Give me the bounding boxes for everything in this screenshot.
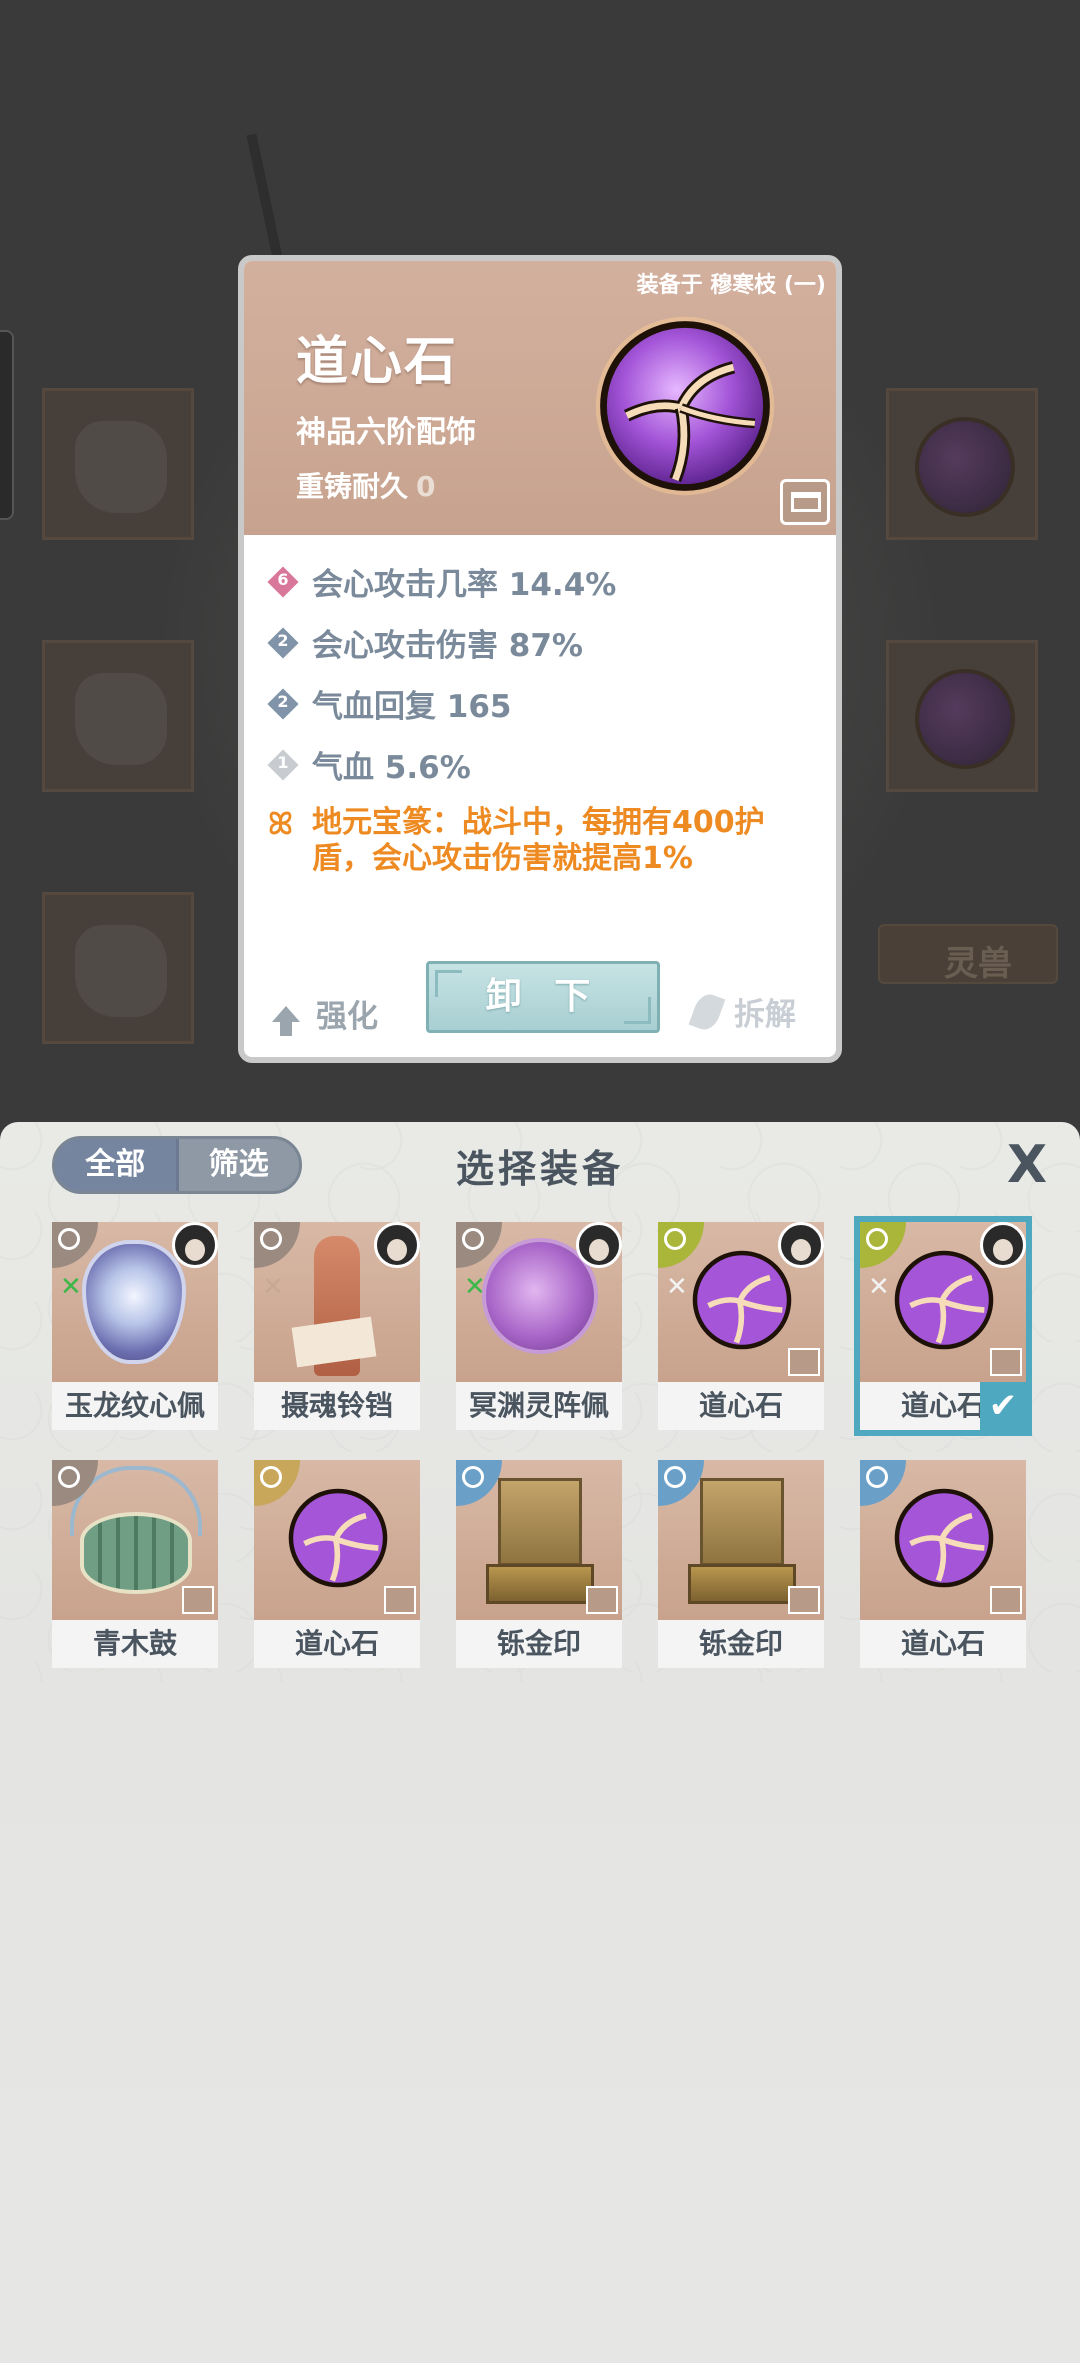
stat-row: 2 气血回复 165 bbox=[267, 673, 828, 734]
special-effect: ꕤ 地元宝篆：战斗中，每拥有400护盾，会心攻击伤害就提高1% bbox=[268, 805, 828, 877]
upgrade-label: 强化 bbox=[316, 999, 378, 1035]
item-detail-card: 装备于 穆寒枝 (一) 道心石 神品六阶配饰 重铸耐久 0 6 会心攻击几率 1… bbox=[238, 255, 842, 1063]
equipment-item[interactable]: ✕ 摄魂铃铛 bbox=[254, 1222, 420, 1430]
equipment-name: 道心石 bbox=[658, 1382, 824, 1430]
recast-value: 0 bbox=[416, 470, 436, 503]
set-bonus-icon: ✕ bbox=[868, 1272, 890, 1302]
equipment-item[interactable]: 铄金印 bbox=[456, 1460, 622, 1668]
lock-icon bbox=[182, 1586, 214, 1614]
equip-slot-accessory-2[interactable] bbox=[886, 640, 1038, 792]
unequip-button[interactable]: 卸 下 bbox=[426, 961, 660, 1033]
set-bonus-icon: ✕ bbox=[262, 1272, 284, 1302]
equipment-item[interactable]: ✕ 冥渊灵阵佩 bbox=[456, 1222, 622, 1430]
stat-level-icon: 1 bbox=[267, 748, 299, 781]
equip-slot-boots[interactable] bbox=[42, 892, 194, 1044]
lock-icon bbox=[788, 1348, 820, 1376]
stat-text: 会心攻击几率 14.4% bbox=[312, 567, 617, 603]
equip-slot-weapon[interactable] bbox=[42, 388, 194, 540]
dao-heart-stone-icon bbox=[894, 1250, 994, 1350]
stat-list: 6 会心攻击几率 14.4% 2 会心攻击伤害 87% 2 气血回复 165 1… bbox=[267, 551, 828, 877]
card-actions: 强化 卸 下 拆解 bbox=[244, 961, 836, 1057]
equipment-item[interactable]: 青木鼓 bbox=[52, 1460, 218, 1668]
stat-row: 1 气血 5.6% bbox=[267, 734, 828, 795]
lock-icon bbox=[384, 1586, 416, 1614]
equipment-item[interactable]: ✕ 玉龙纹心佩 bbox=[52, 1222, 218, 1430]
avatar bbox=[980, 1222, 1026, 1268]
dismantle-button[interactable]: 拆解 bbox=[688, 989, 796, 1034]
equipment-name: 道心石 bbox=[860, 1620, 1026, 1668]
equipment-item[interactable]: 道心石 bbox=[254, 1460, 420, 1668]
close-button[interactable]: X bbox=[1002, 1139, 1052, 1191]
gold-seal-icon bbox=[688, 1478, 796, 1606]
checkmark-icon: ✔ bbox=[980, 1382, 1026, 1430]
set-bonus-icon: ✕ bbox=[60, 1272, 82, 1302]
dao-heart-stone-icon bbox=[288, 1488, 388, 1588]
equip-slot-accessory-1[interactable] bbox=[886, 388, 1038, 540]
recast-durability: 重铸耐久 0 bbox=[296, 465, 436, 505]
avatar bbox=[172, 1222, 218, 1268]
spirit-beast-button[interactable]: 灵兽 bbox=[878, 924, 1058, 984]
side-tab[interactable] bbox=[0, 330, 14, 520]
equipment-item[interactable]: ✕ 道心石 bbox=[658, 1222, 824, 1430]
special-effect-icon: ꕤ bbox=[268, 807, 293, 842]
stat-text: 会心攻击伤害 87% bbox=[312, 628, 583, 664]
upgrade-button[interactable]: 强化 bbox=[272, 991, 378, 1036]
equipment-name: 玉龙纹心佩 bbox=[52, 1382, 218, 1430]
stat-level-icon: 2 bbox=[267, 626, 299, 659]
card-header: 装备于 穆寒枝 (一) 道心石 神品六阶配饰 重铸耐久 0 bbox=[244, 261, 836, 535]
set-bonus-icon: ✕ bbox=[464, 1272, 486, 1302]
gold-seal-icon bbox=[486, 1478, 594, 1606]
stat-level-icon: 2 bbox=[267, 687, 299, 720]
equipment-name: 道心石 bbox=[254, 1620, 420, 1668]
item-name: 道心石 bbox=[296, 332, 459, 392]
lock-icon bbox=[788, 1586, 820, 1614]
equip-slot-armor[interactable] bbox=[42, 640, 194, 792]
stat-text: 气血回复 165 bbox=[312, 689, 512, 725]
equipment-name: 青木鼓 bbox=[52, 1620, 218, 1668]
equipped-on-label: 装备于 穆寒枝 (一) bbox=[636, 273, 826, 298]
stat-row: 2 会心攻击伤害 87% bbox=[267, 612, 828, 673]
equipment-name: 铄金印 bbox=[456, 1620, 622, 1668]
lock-toggle-button[interactable] bbox=[780, 479, 830, 525]
equipment-select-panel: 全部 筛选 选择装备 X ✕ 玉龙纹心佩 ✕ 摄魂铃铛 ✕ 冥渊灵阵佩 ✕ 道心… bbox=[0, 1122, 1080, 2363]
stat-row: 6 会心攻击几率 14.4% bbox=[267, 551, 828, 612]
recast-label: 重铸耐久 bbox=[296, 470, 409, 503]
set-bonus-icon: ✕ bbox=[666, 1272, 688, 1302]
equipment-item-selected[interactable]: ✕ 道心石 ✔ bbox=[854, 1216, 1032, 1436]
green-drum-icon bbox=[80, 1512, 192, 1594]
dao-heart-stone-icon bbox=[595, 316, 775, 496]
up-arrow-icon bbox=[272, 1005, 300, 1036]
special-effect-text: 地元宝篆：战斗中，每拥有400护盾，会心攻击伤害就提高1% bbox=[312, 805, 765, 876]
jade-pendant-icon bbox=[82, 1240, 186, 1364]
dismantle-label: 拆解 bbox=[734, 997, 796, 1033]
panel-title: 选择装备 bbox=[455, 1147, 624, 1191]
stat-text: 气血 5.6% bbox=[312, 750, 471, 786]
dao-heart-stone-icon bbox=[894, 1488, 994, 1588]
lock-icon bbox=[990, 1586, 1022, 1614]
equipment-item[interactable]: 道心石 bbox=[860, 1460, 1026, 1668]
avatar bbox=[374, 1222, 420, 1268]
item-grade: 神品六阶配饰 bbox=[296, 415, 476, 450]
equipment-name: 摄魂铃铛 bbox=[254, 1382, 420, 1430]
spirit-beast-label: 灵兽 bbox=[944, 944, 1012, 984]
dao-heart-stone-icon bbox=[692, 1250, 792, 1350]
avatar bbox=[576, 1222, 622, 1268]
lock-icon bbox=[990, 1348, 1022, 1376]
equipment-name: 铄金印 bbox=[658, 1620, 824, 1668]
stat-level-icon: 6 bbox=[267, 565, 299, 598]
equipment-item[interactable]: 铄金印 bbox=[658, 1460, 824, 1668]
equipment-name: 冥渊灵阵佩 bbox=[456, 1382, 622, 1430]
leaf-icon bbox=[688, 990, 726, 1033]
avatar bbox=[778, 1222, 824, 1268]
lock-icon bbox=[586, 1586, 618, 1614]
